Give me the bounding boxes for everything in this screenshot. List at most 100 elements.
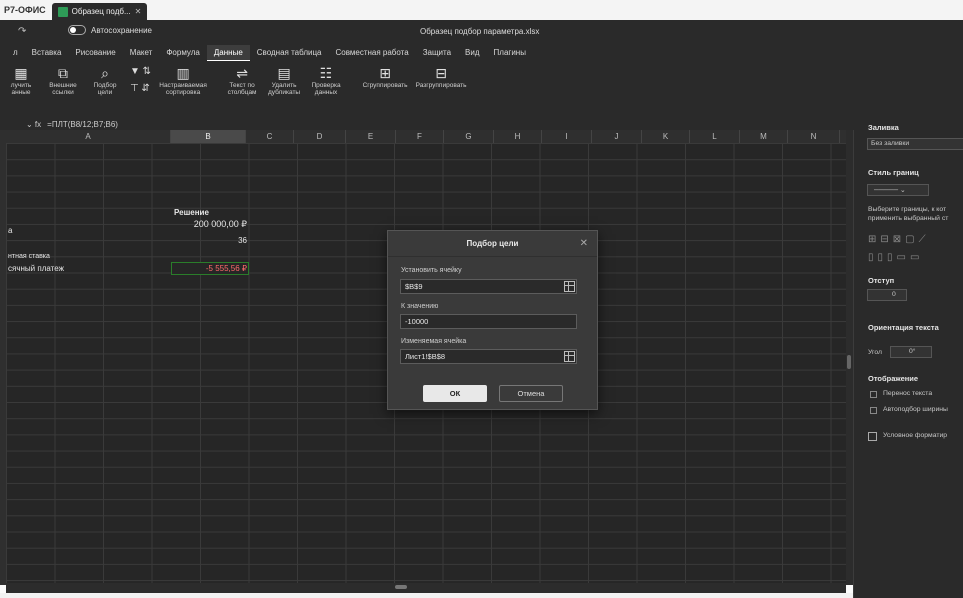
column-header-i[interactable]: I	[542, 130, 592, 143]
column-header-f[interactable]: F	[396, 130, 444, 143]
indent-title: Отступ	[868, 276, 895, 285]
custom-sort-button[interactable]: ▥ Настраиваемая сортировка	[159, 64, 207, 96]
table-import-icon: ▦	[14, 65, 28, 81]
filter-icon[interactable]: ▼ ⇅	[130, 66, 151, 77]
remove-duplicates-button[interactable]: ▤ Удалить дубликаты	[267, 64, 301, 96]
column-header-a[interactable]: A	[6, 130, 171, 143]
cell-b-header[interactable]: Решение	[174, 208, 209, 217]
to-value-field[interactable]	[400, 314, 577, 329]
menu-formula[interactable]: Формула	[159, 45, 207, 61]
remove-duplicates-icon: ▤	[277, 65, 291, 81]
column-header-k[interactable]: K	[642, 130, 690, 143]
ok-button[interactable]: ОК	[423, 385, 487, 402]
cancel-button[interactable]: Отмена	[499, 385, 563, 402]
column-header-g[interactable]: G	[444, 130, 494, 143]
menu-view[interactable]: Вид	[458, 45, 486, 61]
cell-a-rate[interactable]: нтная ставка	[8, 253, 50, 260]
column-header-c[interactable]: C	[246, 130, 294, 143]
column-header-e[interactable]: E	[346, 130, 396, 143]
menu-insert[interactable]: Вставка	[25, 45, 69, 61]
select-range-icon[interactable]	[564, 351, 575, 362]
get-data-button[interactable]: ▦ лучить анные	[4, 64, 38, 96]
text-to-columns-button[interactable]: ⇌ Текст по столбцам	[225, 64, 259, 96]
border-buttons-row-2[interactable]: ▯▯▯▭▭	[868, 252, 923, 263]
column-header-d[interactable]: D	[294, 130, 346, 143]
column-headers: A B C D E F G H I J K L M N	[6, 130, 846, 143]
menu-bar: л Вставка Рисование Макет Формула Данные…	[0, 44, 963, 62]
cell-a-payment[interactable]: сячный платеж	[8, 264, 64, 273]
conditional-format-icon[interactable]	[868, 432, 877, 441]
border-buttons-row-1[interactable]: ⊞⊟⊠▢⟋	[868, 234, 930, 245]
indent-stepper[interactable]	[867, 289, 907, 301]
column-header-n[interactable]: N	[788, 130, 840, 143]
set-cell-field[interactable]	[400, 279, 577, 294]
ungroup-icon: ⊟	[435, 65, 447, 81]
cell-a-fragment[interactable]: а	[8, 226, 12, 235]
ungroup-button[interactable]: ⊟ Разгруппировать	[416, 64, 467, 89]
fill-title: Заливка	[868, 123, 899, 132]
data-validation-button[interactable]: ☷ Проверка данных	[309, 64, 343, 96]
app-tabstrip: Р7-ОФИС Образец подб... ✕	[0, 0, 963, 20]
menu-collaboration[interactable]: Совместная работа	[328, 45, 415, 61]
menu-plugins[interactable]: Плагины	[487, 45, 533, 61]
sort-filter-group: ▼ ⇅ ⊤ ⇵	[130, 64, 151, 94]
menu-draw[interactable]: Рисование	[68, 45, 122, 61]
redo-icon[interactable]: ↷	[18, 26, 26, 37]
autofit-width-label: Автоподбор ширины	[883, 406, 948, 413]
vertical-scroll-thumb[interactable]	[847, 355, 851, 369]
column-header-m[interactable]: M	[740, 130, 788, 143]
column-header-b[interactable]: B	[171, 130, 246, 143]
column-header-l[interactable]: L	[690, 130, 740, 143]
app-name[interactable]: Р7-ОФИС	[4, 5, 46, 15]
column-header-j[interactable]: J	[592, 130, 642, 143]
changing-cell-field[interactable]	[400, 349, 577, 364]
close-icon[interactable]: ✕	[580, 238, 588, 249]
fx-icon[interactable]: ⌄ fx	[26, 120, 41, 129]
close-tab-icon[interactable]: ✕	[135, 7, 142, 16]
bottom-edge	[0, 593, 853, 598]
formula-bar: ⌄ fx =ПЛТ(B8/12;B7;B6)	[0, 118, 848, 130]
app-chrome: ↷ Автосохранение Образец подбор параметр…	[0, 20, 963, 130]
goal-seek-dialog: Подбор цели ✕ Установить ячейку К значен…	[387, 230, 598, 410]
horizontal-scrollbar[interactable]	[6, 583, 846, 593]
dialog-title: Подбор цели	[466, 239, 519, 248]
magnifier-icon: ⌕	[101, 65, 109, 81]
horizontal-scroll-thumb[interactable]	[395, 585, 407, 589]
border-style-title: Стиль границ	[868, 168, 919, 177]
external-links-button[interactable]: ⧉ Внешние ссылки	[46, 64, 80, 96]
group-icon: ⊞	[379, 65, 391, 81]
display-title: Отображение	[868, 374, 919, 383]
column-header-h[interactable]: H	[494, 130, 542, 143]
cell-b-term[interactable]: 36	[171, 236, 247, 245]
links-icon: ⧉	[58, 65, 68, 81]
cell-b-amount[interactable]: 200 000,00 ₽	[171, 219, 247, 230]
toggle-switch[interactable]	[68, 25, 86, 35]
text-columns-icon: ⇌	[236, 65, 248, 81]
autofit-width-checkbox[interactable]	[870, 407, 877, 414]
autosave-label: Автосохранение	[91, 25, 152, 35]
menu-data[interactable]: Данные	[206, 45, 250, 61]
sort-icon[interactable]: ⊤ ⇵	[130, 83, 151, 94]
fill-value: Без заливки	[871, 140, 910, 147]
menu-home[interactable]: л	[6, 45, 25, 61]
changing-cell-label: Изменяемая ячейка	[401, 338, 467, 345]
autosave-toggle[interactable]: Автосохранение	[68, 25, 152, 35]
border-hint-line-2: применить выбранный ст	[868, 215, 949, 222]
formula-input[interactable]: =ПЛТ(B8/12;B7;B6)	[47, 120, 118, 129]
cell-b-payment[interactable]: -5 555,56 ₽	[171, 264, 247, 273]
custom-sort-icon: ▥	[176, 65, 190, 81]
select-range-icon[interactable]	[564, 281, 575, 292]
conditional-format-link[interactable]: Условное форматир	[883, 432, 947, 439]
dialog-header: Подбор цели ✕	[388, 231, 597, 257]
goal-seek-button[interactable]: ⌕ Подбор цели	[88, 64, 122, 96]
group-button[interactable]: ⊞ Сгруппировать	[361, 64, 409, 89]
wrap-text-label: Перенос текста	[883, 390, 933, 397]
menu-protection[interactable]: Защита	[416, 45, 458, 61]
validation-icon: ☷	[319, 65, 333, 81]
indent-value: 0	[892, 291, 896, 298]
menu-pivot[interactable]: Сводная таблица	[250, 45, 329, 61]
wrap-text-checkbox[interactable]	[870, 391, 877, 398]
menu-layout[interactable]: Макет	[123, 45, 160, 61]
document-tab[interactable]: Образец подб... ✕	[51, 3, 148, 20]
to-value-label: К значению	[401, 303, 439, 310]
